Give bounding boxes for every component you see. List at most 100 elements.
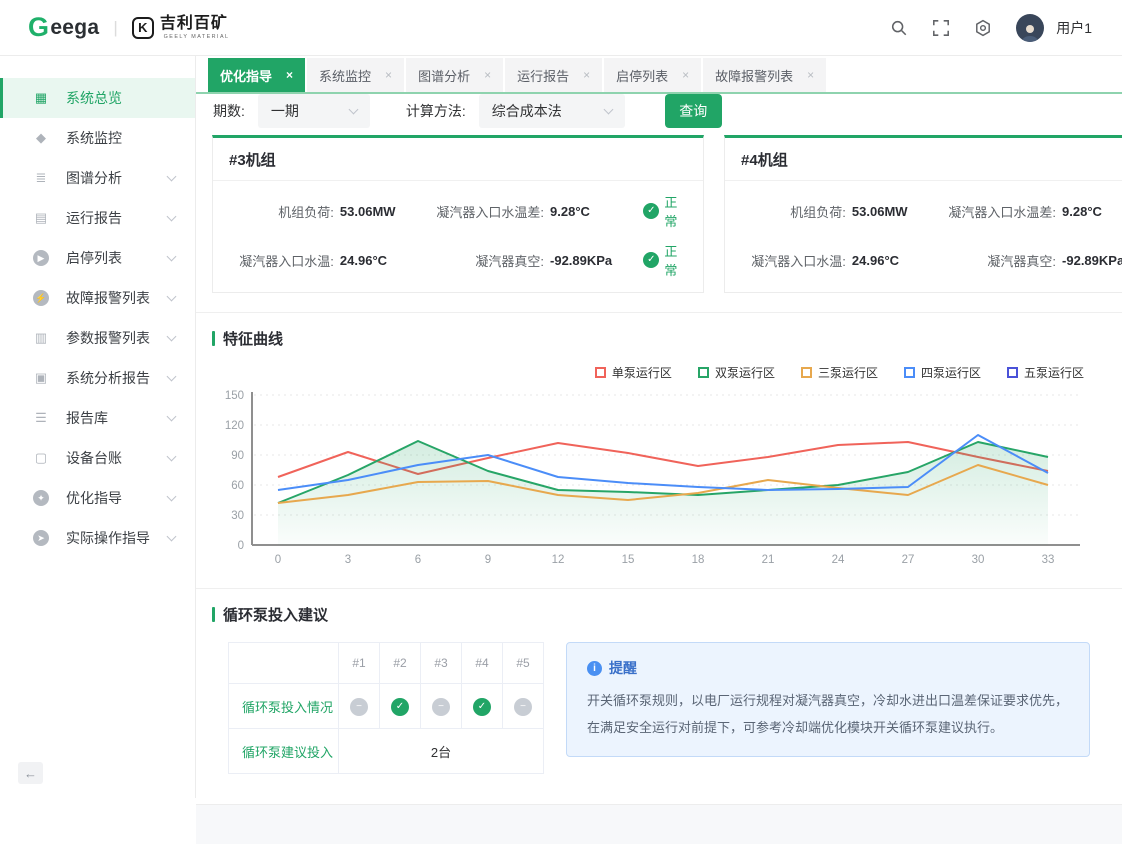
tab-close-icon[interactable]: × (484, 68, 491, 82)
tab[interactable]: 系统监控 × (307, 58, 404, 92)
tab[interactable]: 启停列表× (604, 58, 701, 92)
legend-label: 五泵运行区 (1024, 364, 1084, 381)
pump-status-cell: − (421, 684, 462, 729)
tab-close-icon[interactable]: × (286, 68, 293, 82)
sidebar-item-start-stop[interactable]: ▶启停列表 (0, 238, 195, 278)
optimize-guide-icon: ✦ (33, 490, 49, 506)
chevron-down-icon (167, 291, 177, 301)
legend-item[interactable]: 三泵运行区 (801, 364, 878, 381)
search-icon[interactable] (890, 19, 908, 37)
sidebar-item-overview[interactable]: ▦系统总览 (0, 78, 195, 118)
tab-close-icon[interactable]: × (682, 68, 689, 82)
metric-value: 53.06MW (852, 204, 934, 219)
settings-gear-icon[interactable] (974, 19, 992, 37)
sidebar-item-optimize-guide[interactable]: ✦ 优化指导 (0, 478, 195, 518)
feature-curve-title: 特征曲线 (212, 328, 1106, 349)
sidebar-collapse-button[interactable]: ← (18, 762, 43, 784)
sidebar-item-run-report[interactable]: ▤运行报告 (0, 198, 195, 238)
tab-close-icon[interactable]: × (583, 68, 590, 82)
metric-label: 凝汽器真空: (422, 251, 544, 270)
chevron-down-icon (167, 531, 177, 541)
sidebar-item-fault-alarm[interactable]: ⚡故障报警列表 (0, 278, 195, 318)
unit-cards: #3机组机组负荷:53.06MW凝汽器入口水温差:9.28°C✓正常凝汽器入口水… (196, 135, 1122, 293)
sidebar-item-param-alarm[interactable]: ▥参数报警列表 (0, 318, 195, 358)
period-select-value: 一期 (271, 101, 299, 121)
sidebar-item-monitor[interactable]: ◆系统监控 (0, 118, 195, 158)
username[interactable]: 用户1 (1056, 18, 1092, 38)
tab[interactable]: 图谱分析× (406, 58, 503, 92)
chevron-down-icon (603, 105, 613, 115)
geely-mark-icon: K (132, 17, 154, 39)
metric-row: 凝汽器入口水温:24.96°C凝汽器真空:-92.89KPa✓正常 (739, 241, 1122, 279)
filter-bar: 期数: 一期 计算方法: 综合成本法 查询 (196, 94, 1122, 128)
svg-text:60: 60 (231, 480, 244, 492)
chevron-down-icon (167, 331, 177, 341)
feature-curve-section: 特征曲线 单泵运行区双泵运行区三泵运行区四泵运行区五泵运行区 030609012… (196, 313, 1122, 584)
sidebar-item-report-library[interactable]: ☰报告库 (0, 398, 195, 438)
tab-close-icon[interactable]: × (385, 68, 392, 82)
tab-label: 优化指导 (220, 66, 272, 85)
sidebar-item-label: 运行报告 (66, 208, 122, 228)
tab[interactable]: 故障报警列表× (703, 58, 826, 92)
status-text: 正常 (664, 241, 689, 279)
tab-close-icon[interactable]: × (807, 68, 814, 82)
method-select[interactable]: 综合成本法 (479, 94, 625, 128)
metric-label: 机组负荷: (739, 202, 846, 221)
tab-label: 系统监控 (319, 66, 371, 85)
sidebar-item-operation-guide[interactable]: ➤实际操作指导 (0, 518, 195, 558)
sidebar-item-atlas[interactable]: ≣图谱分析 (0, 158, 195, 198)
svg-text:21: 21 (762, 554, 775, 566)
metric-row: 凝汽器入口水温:24.96°C凝汽器真空:-92.89KPa✓正常 (227, 241, 689, 279)
metric-row: 机组负荷:53.06MW凝汽器入口水温差:9.28°C✓正常 (227, 192, 689, 230)
sidebar-item-label: 优化指导 (66, 488, 122, 508)
legend-item[interactable]: 五泵运行区 (1007, 364, 1084, 381)
period-select[interactable]: 一期 (258, 94, 370, 128)
query-button[interactable]: 查询 (665, 94, 722, 128)
sidebar-item-analysis-report[interactable]: ▣系统分析报告 (0, 358, 195, 398)
tab[interactable]: 优化指导 × (208, 58, 305, 92)
metric-label: 机组负荷: (227, 202, 334, 221)
chevron-down-icon (167, 171, 177, 181)
svg-text:24: 24 (832, 554, 845, 566)
method-label: 计算方法: (406, 101, 466, 121)
svg-text:6: 6 (415, 554, 421, 566)
main-content: 优化指导×系统监控×图谱分析×运行报告×启停列表×故障报警列表× 期数: 一期 … (196, 56, 1122, 798)
legend-label: 双泵运行区 (715, 364, 775, 381)
metric-label: 凝汽器入口水温: (227, 251, 334, 270)
tab[interactable]: 运行报告× (505, 58, 602, 92)
unit-card-title: #3机组 (213, 138, 703, 181)
pump-status-cell: − (503, 684, 544, 729)
metric-label: 凝汽器入口水温差: (422, 202, 544, 221)
logo-group: Geega | K 吉利百矿 GEELY MATERIAL (28, 12, 233, 43)
pump-suggestion-section: 循环泵投入建议 #1#2#3#4#5循环泵投入情况−✓−✓−循环泵建议投入2台 … (196, 589, 1122, 774)
legend-item[interactable]: 四泵运行区 (904, 364, 981, 381)
sidebar-item-label: 系统分析报告 (66, 368, 150, 388)
sidebar-item-equipment-ledger[interactable]: ▢设备台账 (0, 438, 195, 478)
sidebar-item-label: 故障报警列表 (66, 288, 150, 308)
legend-swatch (595, 367, 606, 378)
tab-bar: 优化指导×系统监控×图谱分析×运行报告×启停列表×故障报警列表× (196, 58, 1122, 94)
unit-card: #3机组机组负荷:53.06MW凝汽器入口水温差:9.28°C✓正常凝汽器入口水… (212, 135, 704, 293)
svg-text:33: 33 (1042, 554, 1055, 566)
svg-text:30: 30 (972, 554, 985, 566)
bottom-strip (196, 804, 1122, 844)
chart-legend: 单泵运行区 双泵运行区 三泵运行区 四泵运行区 五泵运行区 (212, 364, 1084, 381)
geega-logo-text: eega (50, 16, 99, 40)
svg-text:90: 90 (231, 450, 244, 462)
info-icon: i (587, 661, 602, 676)
pump-column-header: #1 (339, 643, 380, 684)
svg-text:27: 27 (902, 554, 915, 566)
fullscreen-icon[interactable] (932, 19, 950, 37)
legend-item[interactable]: 单泵运行区 (595, 364, 672, 381)
user-avatar[interactable] (1016, 14, 1044, 42)
sidebar: ▦系统总览◆系统监控≣图谱分析▤运行报告▶启停列表⚡故障报警列表▥参数报警列表▣… (0, 56, 196, 798)
tip-box: i 提醒 开关循环泵规则，以电厂运行规程对凝汽器真空，冷却水进出口温差保证要求优… (566, 642, 1090, 757)
sidebar-item-label: 参数报警列表 (66, 328, 150, 348)
monitor-icon: ◆ (33, 130, 49, 146)
unit-card-body: 机组负荷:53.06MW凝汽器入口水温差:9.28°C✓正常凝汽器入口水温:24… (213, 181, 703, 292)
pump-table: #1#2#3#4#5循环泵投入情况−✓−✓−循环泵建议投入2台 (228, 642, 544, 774)
geega-logo-g: G (28, 12, 49, 43)
metric-value: 24.96°C (852, 253, 934, 268)
chevron-down-icon (348, 105, 358, 115)
legend-item[interactable]: 双泵运行区 (698, 364, 775, 381)
